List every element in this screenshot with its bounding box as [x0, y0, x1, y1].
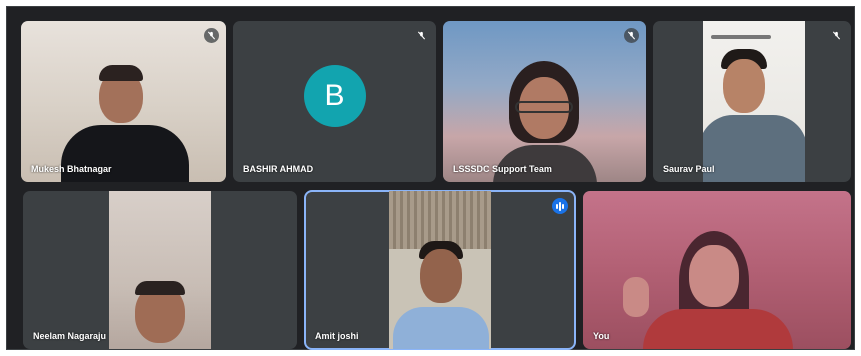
participant-body: [703, 115, 805, 182]
participant-tile-lsssdc-support-team[interactable]: LSSSDC Support Team: [443, 21, 646, 182]
participant-video: [21, 21, 226, 182]
participant-hair: [99, 65, 143, 81]
participant-video: [703, 21, 805, 182]
participant-glasses: [515, 101, 573, 113]
participant-tile-you[interactable]: You: [583, 191, 851, 349]
participant-tile-amit-joshi[interactable]: Amit joshi: [304, 190, 576, 350]
participant-video: [443, 21, 646, 182]
participant-video: [583, 191, 851, 349]
participant-hair: [135, 281, 185, 295]
participant-name: Saurav Paul: [663, 164, 715, 174]
participant-head: [723, 59, 765, 113]
participant-hand: [623, 277, 649, 317]
participant-head: [420, 249, 462, 303]
mic-off-icon: [829, 28, 844, 43]
ceiling-fan: [711, 35, 771, 39]
participant-body: [393, 307, 489, 349]
participant-name: LSSSDC Support Team: [453, 164, 552, 174]
participant-video: [109, 191, 211, 349]
participant-tile-saurav-paul[interactable]: Saurav Paul: [653, 21, 851, 182]
participant-head: [689, 245, 739, 307]
participant-name: BASHIR AHMAD: [243, 164, 314, 174]
participant-video: [389, 191, 491, 349]
participant-tile-neelam-nagaraju[interactable]: Neelam Nagaraju: [23, 191, 297, 349]
participant-name: You: [593, 331, 610, 341]
mic-off-icon: [414, 28, 429, 43]
participant-name: Amit joshi: [315, 331, 359, 341]
mic-off-icon: [204, 28, 219, 43]
participant-tile-mukesh-bhatnagar[interactable]: Mukesh Bhatnagar: [21, 21, 226, 182]
avatar: B: [303, 64, 366, 127]
participant-name: Neelam Nagaraju: [33, 331, 107, 341]
participant-body: [643, 309, 793, 349]
meeting-grid: Mukesh Bhatnagar B BASHIR AHMAD LSSSDC S…: [6, 6, 855, 350]
participant-name: Mukesh Bhatnagar: [31, 164, 112, 174]
mic-off-icon: [624, 28, 639, 43]
audio-level-icon: [552, 198, 568, 214]
participant-tile-bashir-ahmad[interactable]: B BASHIR AHMAD: [233, 21, 436, 182]
